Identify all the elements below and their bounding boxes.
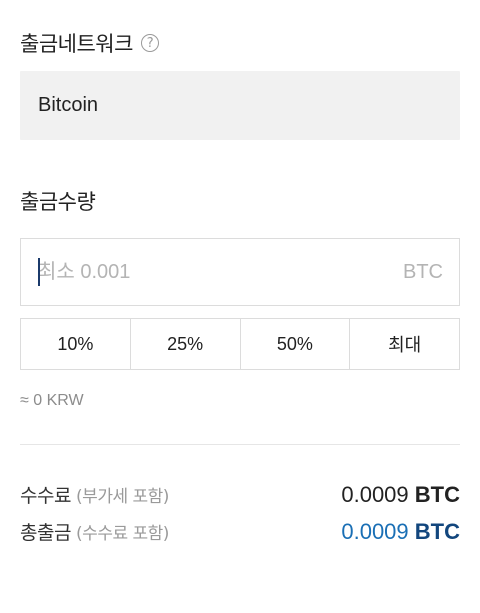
amount-input[interactable] [38, 260, 338, 284]
fee-label: 수수료 [20, 485, 71, 507]
percent-10-button[interactable]: 10% [21, 319, 131, 369]
total-label: 총출금 [20, 522, 71, 544]
percent-25-button[interactable]: 25% [131, 319, 241, 369]
fee-value: 0.0009 BTC [341, 482, 460, 508]
total-label-group: 총출금 (수수료 포함) [20, 518, 169, 545]
amount-section-label: 출금수량 [20, 186, 96, 216]
amount-unit: BTC [403, 260, 443, 283]
total-value: 0.0009 BTC [341, 519, 460, 545]
percent-50-button[interactable]: 50% [241, 319, 351, 369]
fee-note: (부가세 포함) [76, 487, 169, 507]
network-value: Bitcoin [38, 94, 99, 116]
total-note: (수수료 포함) [76, 524, 169, 544]
amount-label: 출금수량 [20, 190, 96, 214]
total-row: 총출금 (수수료 포함) 0.0009 BTC [20, 518, 460, 545]
total-amount: 0.0009 [341, 519, 409, 544]
fee-unit: BTC [414, 482, 460, 507]
network-label: 출금네트워크 [20, 32, 133, 56]
krw-estimate: ≈ 0 KRW [20, 392, 84, 409]
fee-label-group: 수수료 (부가세 포함) [20, 481, 169, 508]
text-caret [38, 258, 40, 286]
network-select[interactable]: Bitcoin [20, 71, 460, 140]
fee-amount: 0.0009 [341, 482, 409, 507]
network-section-label: 출금네트워크 ? [20, 28, 159, 58]
percent-button-group: 10% 25% 50% 최대 [20, 318, 460, 370]
max-button[interactable]: 최대 [350, 319, 459, 369]
total-unit: BTC [414, 519, 460, 544]
divider [20, 444, 460, 445]
fee-row: 수수료 (부가세 포함) 0.0009 BTC [20, 481, 460, 508]
amount-field[interactable]: BTC [20, 238, 460, 306]
question-circle-icon[interactable]: ? [140, 34, 159, 52]
